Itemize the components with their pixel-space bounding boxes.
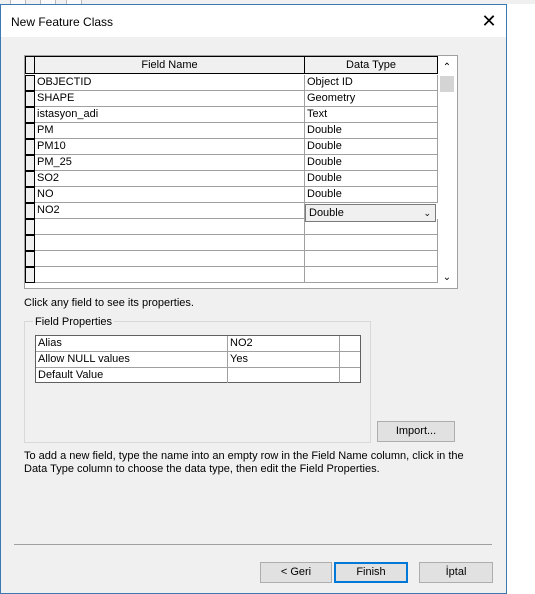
data-type-cell[interactable]: Double bbox=[305, 123, 438, 139]
empty-data-type-cell[interactable] bbox=[305, 267, 438, 283]
scroll-thumb[interactable] bbox=[440, 76, 454, 92]
data-type-cell[interactable]: Double bbox=[305, 171, 438, 187]
empty-field-name-cell[interactable] bbox=[35, 251, 305, 267]
import-button[interactable]: Import... bbox=[377, 421, 455, 442]
property-row[interactable]: Default Value bbox=[36, 368, 360, 384]
empty-field-name-cell[interactable] bbox=[35, 235, 305, 251]
field-properties-table: Alias NO2 Allow NULL values Yes Default … bbox=[35, 335, 361, 383]
data-type-cell[interactable]: Geometry bbox=[305, 91, 438, 107]
row-selector[interactable] bbox=[25, 203, 35, 219]
field-name-cell[interactable]: OBJECTID bbox=[35, 75, 305, 91]
data-type-cell[interactable]: Object ID bbox=[305, 75, 438, 91]
chevron-down-icon: ⌄ bbox=[423, 208, 431, 218]
row-selector[interactable] bbox=[25, 107, 35, 123]
row-selector[interactable] bbox=[25, 251, 35, 267]
row-selector[interactable] bbox=[25, 219, 35, 235]
field-name-cell[interactable]: SO2 bbox=[35, 171, 305, 187]
instructions-text: To add a new field, type the name into a… bbox=[24, 450, 464, 475]
empty-data-type-cell[interactable] bbox=[305, 251, 438, 267]
row-selector[interactable] bbox=[25, 235, 35, 251]
field-name-cell[interactable]: PM bbox=[35, 123, 305, 139]
data-type-cell[interactable]: Double bbox=[305, 139, 438, 155]
column-header-data-type[interactable]: Data Type bbox=[304, 56, 438, 74]
row-selector[interactable] bbox=[25, 187, 35, 203]
property-value[interactable]: Yes bbox=[228, 352, 340, 367]
property-value[interactable]: NO2 bbox=[228, 336, 340, 351]
property-name: Alias bbox=[36, 336, 228, 351]
scroll-down-icon[interactable]: ⌄ bbox=[438, 270, 456, 286]
row-selector[interactable] bbox=[25, 155, 35, 171]
empty-data-type-cell[interactable] bbox=[305, 235, 438, 251]
data-type-cell[interactable]: Double bbox=[305, 155, 438, 171]
row-selector[interactable] bbox=[25, 123, 35, 139]
close-icon[interactable]: ✕ bbox=[472, 5, 506, 37]
field-name-cell[interactable]: istasyon_adi bbox=[35, 107, 305, 123]
row-selector[interactable] bbox=[25, 171, 35, 187]
property-name: Allow NULL values bbox=[36, 352, 228, 367]
finish-button[interactable]: Finish bbox=[334, 562, 408, 583]
field-properties-label: Field Properties bbox=[33, 316, 115, 328]
property-row[interactable]: Allow NULL values Yes bbox=[36, 352, 360, 368]
back-button[interactable]: < Geri bbox=[260, 562, 332, 583]
empty-field-name-cell[interactable] bbox=[35, 267, 305, 283]
row-selector[interactable] bbox=[25, 75, 35, 91]
scroll-up-icon[interactable]: ⌃ bbox=[438, 60, 456, 76]
column-header-field-name[interactable]: Field Name bbox=[34, 56, 305, 74]
row-selector[interactable] bbox=[25, 91, 35, 107]
empty-field-name-cell[interactable] bbox=[35, 219, 305, 235]
data-type-dropdown[interactable]: Double ⌄ bbox=[305, 204, 436, 222]
data-type-dropdown-value: Double bbox=[309, 207, 344, 219]
footer-divider bbox=[14, 544, 492, 545]
grid-scrollbar[interactable]: ⌃ ⌄ bbox=[438, 56, 456, 286]
field-name-cell[interactable]: PM10 bbox=[35, 139, 305, 155]
dialog-title: New Feature Class bbox=[11, 15, 114, 29]
cancel-button[interactable]: İptal bbox=[419, 562, 493, 583]
row-selector[interactable] bbox=[25, 139, 35, 155]
property-value[interactable] bbox=[228, 368, 340, 383]
data-type-cell[interactable]: Text bbox=[305, 107, 438, 123]
field-name-cell[interactable]: NO2 bbox=[35, 203, 305, 219]
fields-grid: Field Name Data Type OBJECTID Object ID SH… bbox=[24, 55, 458, 289]
property-row[interactable]: Alias NO2 bbox=[36, 336, 360, 352]
title-bar: New Feature Class ✕ bbox=[1, 5, 506, 37]
row-selector[interactable] bbox=[25, 267, 35, 283]
field-name-cell[interactable]: PM_25 bbox=[35, 155, 305, 171]
data-type-cell[interactable]: Double bbox=[305, 187, 438, 203]
field-name-cell[interactable]: NO bbox=[35, 187, 305, 203]
field-name-cell[interactable]: SHAPE bbox=[35, 91, 305, 107]
hint-text: Click any field to see its properties. bbox=[24, 297, 194, 309]
property-name: Default Value bbox=[36, 368, 228, 383]
